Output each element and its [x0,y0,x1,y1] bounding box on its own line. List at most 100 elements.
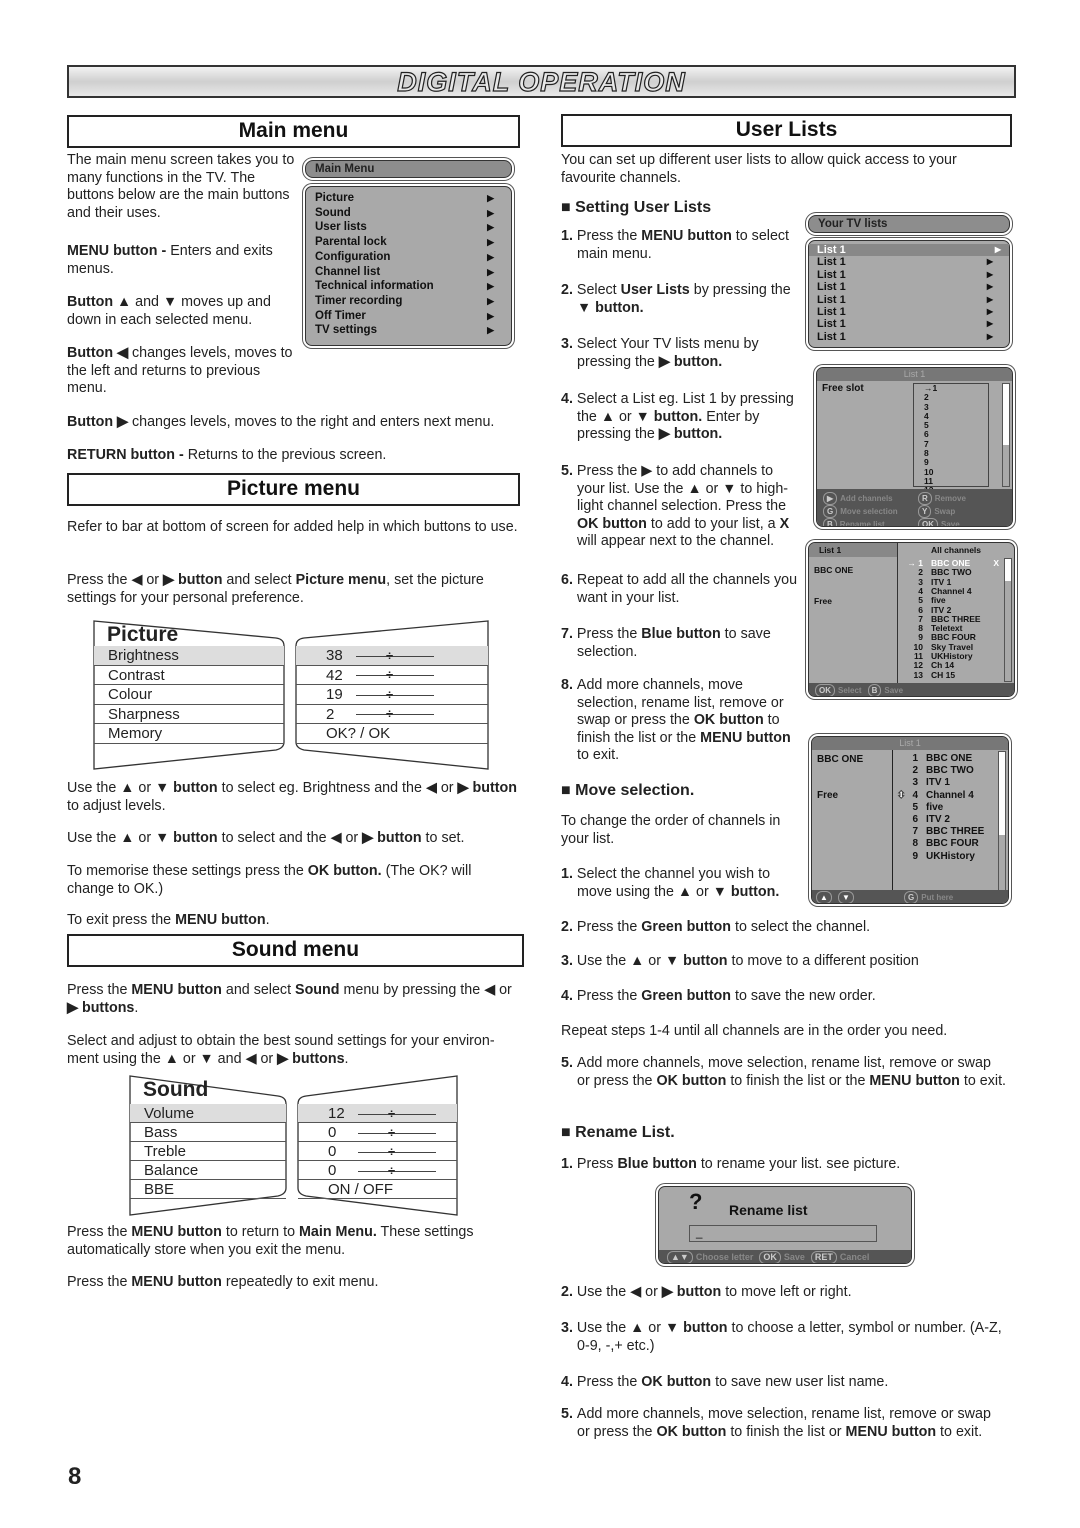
menu-row-memory[interactable]: Memory [94,724,284,744]
menu-item[interactable]: User lists ▶ [315,220,502,235]
bold-text: RETURN button - [67,447,184,463]
scrollbar[interactable] [998,751,1006,891]
level-slider[interactable]: ÷ [356,649,434,662]
level-slider[interactable]: ÷ [358,1145,436,1158]
level-slider[interactable]: ÷ [356,707,434,720]
menu-row-contrast[interactable]: Contrast [94,666,284,685]
tv-list-item[interactable]: List 1 ▶ [817,256,1001,268]
menu-item[interactable]: Timer recording ▶ [315,294,502,309]
tv-list-item[interactable]: List 1 ▶ [809,244,1009,257]
menu-row-bbe[interactable]: BBE [130,1180,286,1199]
menu-value-row: 0 ÷ [298,1161,457,1180]
tv-list-item[interactable]: List 1 ▶ [817,306,1001,318]
channel-row[interactable]: 5 five [904,802,943,814]
text: Press the [576,626,642,642]
list-slot: Free [814,596,832,606]
tv-list-item[interactable]: List 1 ▶ [817,294,1001,306]
channel-row[interactable]: 4 Channel 4 [901,586,1001,596]
channel-row[interactable]: 3 ITV 1 [904,777,949,789]
page-title: DIGITAL OPERATION [397,66,686,97]
channel-row[interactable]: 13 CH 15 [901,670,1001,680]
menu-item[interactable]: Parental lock ▶ [315,235,502,250]
menu-row-colour[interactable]: Colour [94,685,284,705]
page-number: 8 [68,1463,82,1490]
channel-number: 4 [912,789,918,801]
tv-list-item[interactable]: List 1 ▶ [817,331,1001,343]
menu-row-sharpness[interactable]: Sharpness [94,705,284,724]
channel-row[interactable]: 7 BBC THREE [904,826,984,838]
menu-item[interactable]: Technical information ▶ [315,279,502,294]
channel-row[interactable]: 2 BBC TWO [904,765,973,777]
level-slider[interactable]: ÷ [356,688,434,701]
menu-row-bass[interactable]: Bass [130,1123,286,1142]
bold-text: ▶ button [661,1284,722,1300]
channel-row[interactable]: 6 ITV 2 [904,814,949,826]
text: to save the new order. [731,988,876,1004]
tv-list-item[interactable]: List 1 ▶ [817,318,1001,330]
channel-name: UKHistory [926,850,975,862]
tv-list-item[interactable]: List 1 ▶ [817,281,1001,293]
chevron-right-icon: ▶ [986,294,993,304]
menu-row-brightness[interactable]: Brightness [94,646,284,666]
rename-title: Rename list [729,1202,808,1218]
rename-list-screen: ? Rename list _ ▲▼ Choose letter OK Save RET Can… [658,1186,912,1264]
text: to select and the ◀ or [217,830,363,846]
step: 5. Add more channels, move selection, re… [561,1055,1006,1090]
help-label: Move selection [840,507,898,516]
menu-value-row: 0 ÷ [298,1142,457,1161]
step: 8. Add more channels, move selection, re… [561,677,801,765]
menu-item[interactable]: Off Timer ▶ [315,309,502,324]
text: to select the channel. [731,919,871,935]
menu-row-balance[interactable]: Balance [130,1161,286,1180]
slot-number: 4 [924,410,929,421]
menu-item[interactable]: TV settings ▶ [315,323,502,338]
text: The main menu screen takes you to many f… [67,152,295,221]
slider-handle-icon: ÷ [388,1143,396,1159]
key-ret-icon: RET [810,1251,837,1263]
help-item: B Rename list [823,518,912,527]
menu-value: 0 [328,1143,337,1160]
bold-text: X [779,515,790,532]
menu-row-treble[interactable]: Treble [130,1142,286,1161]
level-slider[interactable]: ÷ [358,1107,436,1120]
tv-list-item[interactable]: List 1 ▶ [817,269,1001,281]
paragraph: Use the ▲ or ▼ button to select and the … [67,830,522,848]
help-label: Save [941,520,960,527]
help-label: Save [783,1252,805,1262]
bold-text: MENU button [869,1072,960,1089]
text: and select [222,572,296,588]
paragraph: Press the MENU button repeatedly to exit… [67,1274,522,1292]
help-label: Rename list [839,520,885,527]
help-item: ▲▼ Choose letter [667,1251,753,1263]
bold-text: Green button [641,988,732,1004]
chevron-right-icon: ▶ [986,331,993,341]
scrollbar[interactable] [1002,383,1010,487]
help-label: Add channels [840,494,893,503]
level-slider[interactable]: ÷ [358,1126,436,1139]
rename-input[interactable]: _ [689,1225,877,1242]
text: to return to [221,1224,299,1240]
bold-text: OK button [693,712,764,728]
menu-item[interactable]: Sound ▶ [315,206,502,221]
menu-row-volume[interactable]: Volume [130,1104,286,1123]
bold-text: 4. [561,1374,577,1390]
menu-item[interactable]: Configuration ▶ [315,250,502,265]
text: to rename your list. see picture. [696,1156,901,1172]
channel-row[interactable]: 1 BBC ONE [904,753,972,765]
level-slider[interactable]: ÷ [358,1164,436,1177]
slider-handle-icon: ÷ [388,1162,396,1178]
channel-row[interactable]: 9 UKHistory [904,850,975,863]
paragraph: To exit press the MENU button. [67,912,522,930]
level-slider[interactable]: ÷ [356,668,434,681]
channel-row[interactable]: ⬍ 4 Channel 4 [897,789,974,802]
menu-item[interactable]: Channel list ▶ [315,265,502,280]
chevron-right-icon: ▶ [487,310,494,321]
slot-number: 6 [924,429,929,440]
text: Press [576,1156,618,1172]
channel-row[interactable]: 8 BBC FOUR [904,838,978,850]
scrollbar[interactable] [1004,558,1012,682]
bold-text: ▶ button. [658,353,723,370]
step: 3. Use the ▲ or ▼ button to move to a di… [561,953,1006,971]
menu-item[interactable]: Picture ▶ [315,191,502,206]
tv-list-label: List 1 [817,281,846,294]
